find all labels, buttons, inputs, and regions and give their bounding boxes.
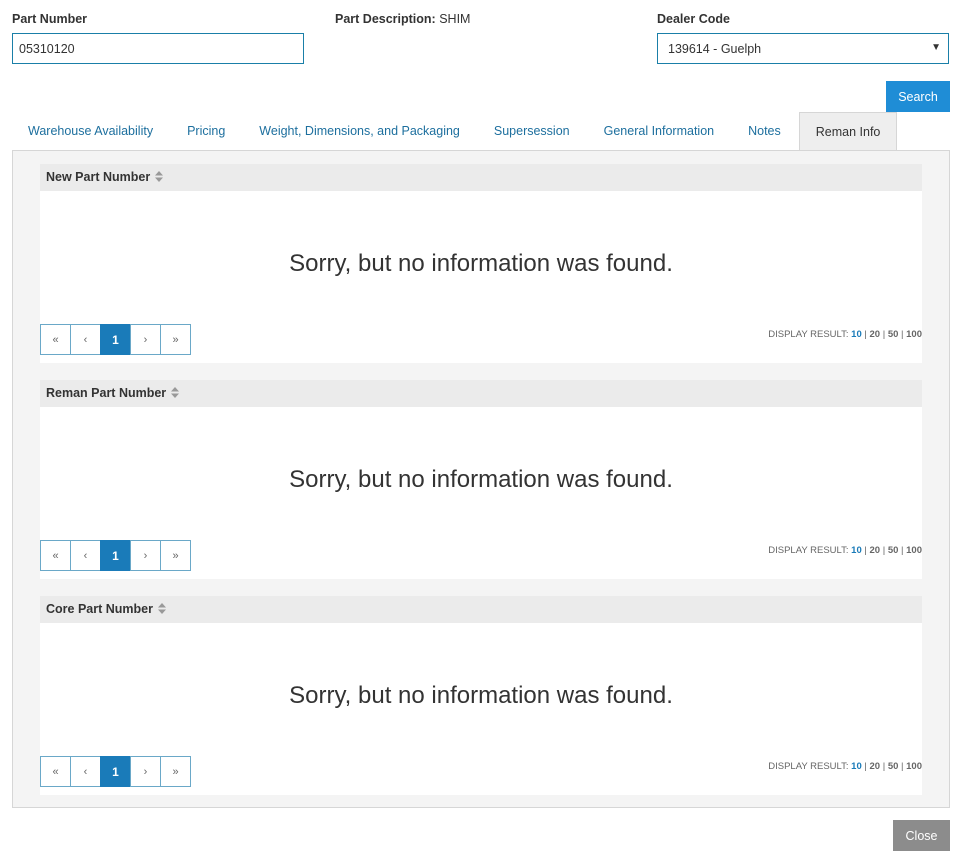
- dealer-code-label: Dealer Code: [657, 12, 730, 26]
- search-button[interactable]: Search: [886, 81, 950, 112]
- last-page-button[interactable]: »: [160, 540, 191, 571]
- grid-header-label: Core Part Number: [46, 602, 153, 616]
- sort-icon[interactable]: [155, 171, 164, 182]
- new-part-number-grid: New Part Number Sorry, but no informatio…: [40, 164, 922, 363]
- part-number-label: Part Number: [12, 12, 88, 26]
- part-description-label: Part Description:: [335, 12, 436, 26]
- separator: |: [901, 761, 904, 772]
- separator: |: [901, 329, 904, 340]
- prev-page-button[interactable]: ‹: [70, 324, 101, 355]
- tab-notes[interactable]: Notes: [732, 112, 797, 150]
- display-result: DISPLAY RESULT: 10 | 20 | 50 | 100: [768, 545, 922, 556]
- tab-pricing[interactable]: Pricing: [171, 112, 241, 150]
- tab-reman-info[interactable]: Reman Info: [798, 112, 898, 151]
- display-result-label: DISPLAY RESULT:: [768, 329, 849, 340]
- separator: |: [901, 545, 904, 556]
- separator: |: [864, 545, 867, 556]
- page-size-100[interactable]: 100: [906, 545, 922, 556]
- tab-weight-dimensions-packaging[interactable]: Weight, Dimensions, and Packaging: [243, 112, 476, 150]
- grid-header-label: Reman Part Number: [46, 386, 167, 400]
- caret-down-icon: ▼: [931, 42, 941, 53]
- part-description: Part Description: SHIM: [335, 12, 470, 26]
- display-result-label: DISPLAY RESULT:: [768, 761, 849, 772]
- separator: |: [864, 329, 867, 340]
- sort-icon[interactable]: [171, 387, 180, 398]
- separator: |: [864, 761, 867, 772]
- dealer-code-select[interactable]: 139614 - Guelph ▼: [657, 33, 949, 64]
- sort-icon[interactable]: [157, 603, 166, 614]
- separator: |: [882, 545, 886, 556]
- last-page-button[interactable]: »: [160, 324, 191, 355]
- reman-info-panel: New Part Number Sorry, but no informatio…: [12, 150, 950, 808]
- current-page-button[interactable]: 1: [100, 540, 131, 571]
- tab-bar: Warehouse Availability Pricing Weight, D…: [12, 112, 899, 151]
- next-page-button[interactable]: ›: [130, 324, 161, 355]
- close-button[interactable]: Close: [893, 820, 950, 851]
- pagination: « ‹ 1 › »: [40, 540, 191, 571]
- separator: |: [882, 329, 886, 340]
- pagination: « ‹ 1 › »: [40, 324, 191, 355]
- page-size-50[interactable]: 50: [888, 761, 899, 772]
- part-description-value: SHIM: [439, 12, 471, 26]
- pagination: « ‹ 1 › »: [40, 756, 191, 787]
- reman-part-number-grid: Reman Part Number Sorry, but no informat…: [40, 380, 922, 579]
- page-size-10[interactable]: 10: [851, 329, 862, 340]
- page-size-20[interactable]: 20: [869, 329, 880, 340]
- tab-supersession[interactable]: Supersession: [478, 112, 586, 150]
- last-page-button[interactable]: »: [160, 756, 191, 787]
- grid-header-reman-part-number[interactable]: Reman Part Number: [40, 380, 922, 407]
- first-page-button[interactable]: «: [40, 540, 71, 571]
- tab-warehouse-availability[interactable]: Warehouse Availability: [12, 112, 169, 150]
- page-size-100[interactable]: 100: [906, 761, 922, 772]
- dealer-code-value: 139614 - Guelph: [668, 41, 762, 56]
- page-size-20[interactable]: 20: [869, 545, 880, 556]
- next-page-button[interactable]: ›: [130, 540, 161, 571]
- current-page-button[interactable]: 1: [100, 756, 131, 787]
- prev-page-button[interactable]: ‹: [70, 540, 101, 571]
- empty-message: Sorry, but no information was found.: [289, 466, 673, 493]
- empty-message: Sorry, but no information was found.: [289, 250, 673, 277]
- page-size-50[interactable]: 50: [888, 329, 899, 340]
- display-result: DISPLAY RESULT: 10 | 20 | 50 | 100: [768, 329, 922, 340]
- page-size-20[interactable]: 20: [869, 761, 880, 772]
- grid-header-new-part-number[interactable]: New Part Number: [40, 164, 922, 191]
- page-size-100[interactable]: 100: [906, 329, 922, 340]
- separator: |: [882, 761, 886, 772]
- page-size-50[interactable]: 50: [888, 545, 899, 556]
- prev-page-button[interactable]: ‹: [70, 756, 101, 787]
- part-number-input[interactable]: [12, 33, 304, 64]
- current-page-button[interactable]: 1: [100, 324, 131, 355]
- first-page-button[interactable]: «: [40, 756, 71, 787]
- first-page-button[interactable]: «: [40, 324, 71, 355]
- display-result-label: DISPLAY RESULT:: [768, 545, 849, 556]
- display-result: DISPLAY RESULT: 10 | 20 | 50 | 100: [768, 761, 922, 772]
- core-part-number-grid: Core Part Number Sorry, but no informati…: [40, 596, 922, 795]
- tab-general-information[interactable]: General Information: [588, 112, 730, 150]
- page-size-10[interactable]: 10: [851, 761, 862, 772]
- page-size-10[interactable]: 10: [851, 545, 862, 556]
- grid-header-core-part-number[interactable]: Core Part Number: [40, 596, 922, 623]
- next-page-button[interactable]: ›: [130, 756, 161, 787]
- grid-header-label: New Part Number: [46, 170, 151, 184]
- empty-message: Sorry, but no information was found.: [289, 682, 673, 709]
